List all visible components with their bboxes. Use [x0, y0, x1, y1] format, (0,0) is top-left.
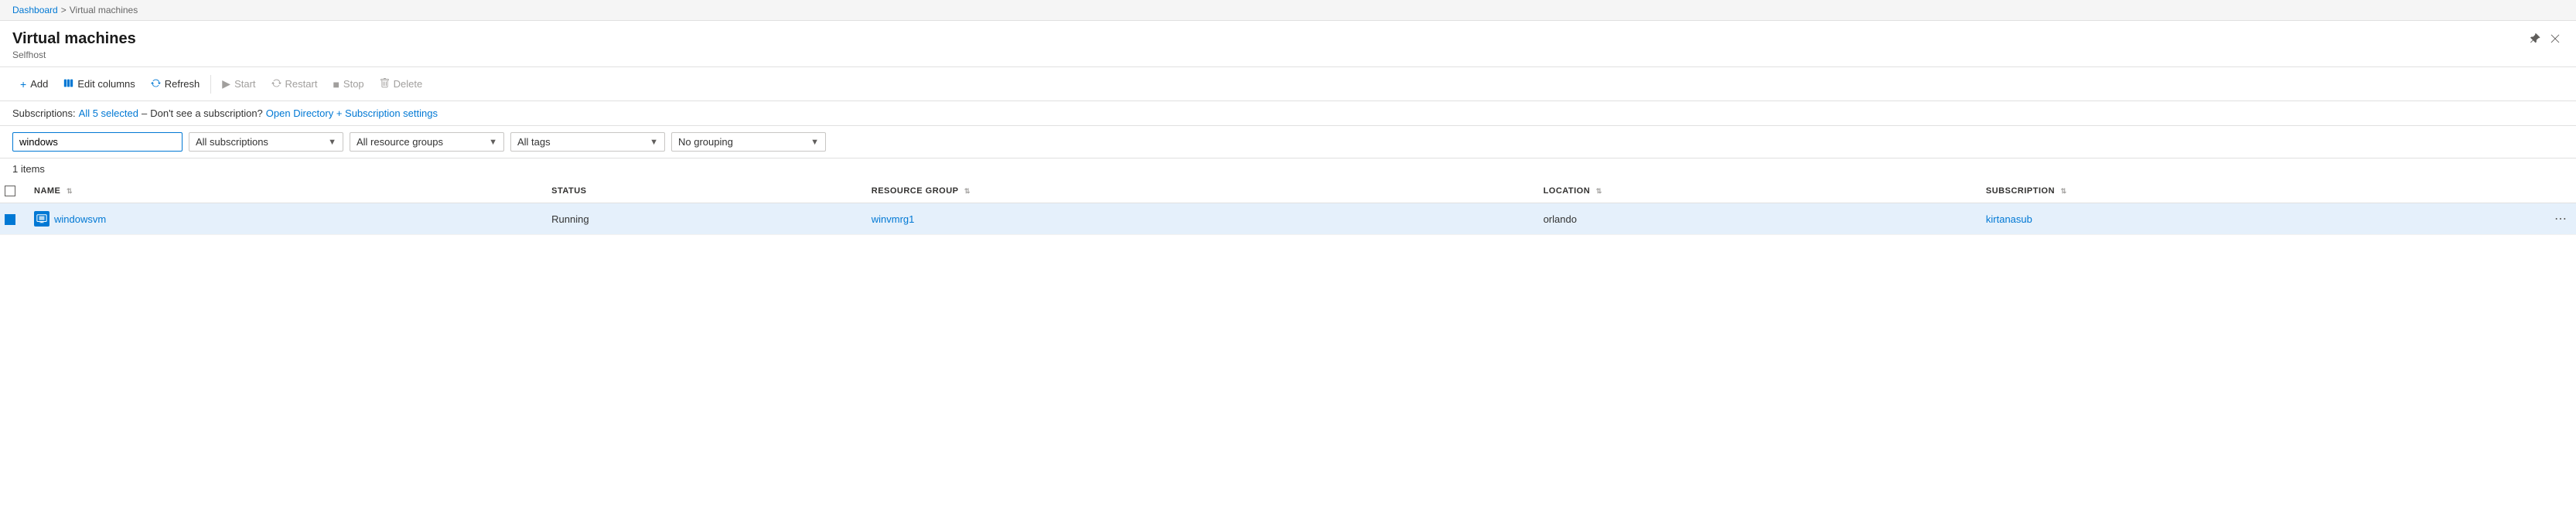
grouping-filter-label: No grouping: [678, 136, 733, 148]
breadcrumb-parent[interactable]: Dashboard: [12, 5, 58, 15]
header-checkbox-col[interactable]: [0, 179, 25, 203]
resource-groups-filter-label: All resource groups: [357, 136, 443, 148]
row-subscription-cell: kirtanasub: [1977, 203, 2545, 235]
refresh-icon: [151, 78, 161, 90]
edit-columns-label: Edit columns: [77, 78, 135, 90]
item-count: 1 items: [12, 163, 45, 175]
name-sort-icon: ⇅: [67, 187, 73, 196]
toolbar: + Add Edit columns Refresh ▶ Start: [0, 67, 2576, 101]
subscriptions-prompt: Don't see a subscription?: [150, 107, 263, 119]
grouping-filter-chevron: ▼: [810, 138, 819, 147]
header-location[interactable]: LOCATION ⇅: [1534, 179, 1977, 203]
restart-label: Restart: [285, 78, 318, 90]
breadcrumb-current: Virtual machines: [70, 5, 138, 15]
tags-filter-label: All tags: [517, 136, 551, 148]
row-status-cell: Running: [542, 203, 862, 235]
subscriptions-prefix: Subscriptions:: [12, 107, 76, 119]
add-icon: +: [20, 78, 26, 90]
header-subscription[interactable]: SUBSCRIPTION ⇅: [1977, 179, 2545, 203]
vm-table: NAME ⇅ STATUS RESOURCE GROUP ⇅ LOCATION …: [0, 179, 2576, 235]
tags-filter[interactable]: All tags ▼: [510, 132, 665, 152]
row-location: orlando: [1544, 213, 1577, 225]
page-header: Virtual machines Selfhost: [0, 21, 2576, 67]
close-button[interactable]: [2547, 30, 2564, 47]
refresh-label: Refresh: [165, 78, 200, 90]
count-bar: 1 items: [0, 158, 2576, 179]
resource-groups-filter-chevron: ▼: [489, 138, 497, 147]
add-button[interactable]: + Add: [12, 74, 56, 94]
stop-label: Stop: [343, 78, 364, 90]
open-directory-link[interactable]: Open Directory + Subscription settings: [266, 107, 438, 119]
delete-icon: [380, 78, 390, 90]
pin-button[interactable]: [2527, 30, 2544, 47]
row-location-cell: orlando: [1534, 203, 1977, 235]
stop-icon: ■: [333, 78, 339, 90]
header-actions-col: [2545, 179, 2576, 203]
delete-button[interactable]: Delete: [372, 74, 431, 94]
row-actions-cell: ⋯: [2545, 203, 2576, 235]
row-name-cell: windowsvm: [25, 203, 542, 235]
row-resource-group-cell: winvmrg1: [862, 203, 1534, 235]
header-status[interactable]: STATUS: [542, 179, 862, 203]
page-title: Virtual machines: [12, 30, 136, 48]
start-button[interactable]: ▶ Start: [214, 73, 263, 94]
vm-name-link[interactable]: windowsvm: [54, 213, 106, 225]
select-all-checkbox[interactable]: [5, 186, 15, 196]
search-input[interactable]: [12, 132, 183, 152]
tags-filter-chevron: ▼: [650, 138, 658, 147]
vm-icon: [34, 211, 49, 227]
resource-group-link[interactable]: winvmrg1: [872, 213, 915, 225]
subscription-sort-icon: ⇅: [2061, 187, 2067, 196]
header-resource-group[interactable]: RESOURCE GROUP ⇅: [862, 179, 1534, 203]
header-name[interactable]: NAME ⇅: [25, 179, 542, 203]
grouping-filter[interactable]: No grouping ▼: [671, 132, 826, 152]
table-row[interactable]: windowsvm Running winvmrg1 orlando kirta…: [0, 203, 2576, 235]
header-location-label: LOCATION: [1544, 186, 1591, 196]
subscriptions-bar: Subscriptions: All 5 selected – Don't se…: [0, 101, 2576, 126]
refresh-button[interactable]: Refresh: [143, 74, 208, 94]
restart-button[interactable]: Restart: [264, 74, 326, 94]
edit-columns-button[interactable]: Edit columns: [56, 74, 142, 94]
header-subscription-label: SUBSCRIPTION: [1986, 186, 2055, 196]
subscriptions-selected-link[interactable]: All 5 selected: [79, 107, 138, 119]
subscription-link[interactable]: kirtanasub: [1986, 213, 2032, 225]
subscriptions-filter-chevron: ▼: [328, 138, 336, 147]
header-status-label: STATUS: [551, 186, 586, 196]
add-label: Add: [30, 78, 48, 90]
name-cell-container: windowsvm: [34, 211, 533, 227]
subscriptions-filter[interactable]: All subscriptions ▼: [189, 132, 343, 152]
row-status: Running: [551, 213, 589, 225]
page-title-block: Virtual machines Selfhost: [12, 30, 136, 60]
delete-label: Delete: [394, 78, 423, 90]
row-ellipsis-button[interactable]: ⋯: [2550, 210, 2571, 228]
edit-columns-icon: [63, 78, 73, 90]
header-name-label: NAME: [34, 186, 60, 196]
row-checkbox-cell[interactable]: [0, 203, 25, 235]
start-icon: ▶: [222, 77, 230, 90]
row-checkbox[interactable]: [5, 214, 15, 225]
page-subtitle: Selfhost: [12, 49, 136, 60]
subscriptions-filter-label: All subscriptions: [196, 136, 268, 148]
breadcrumb-separator: >: [61, 5, 67, 15]
location-sort-icon: ⇅: [1596, 187, 1602, 196]
resource-group-sort-icon: ⇅: [964, 187, 971, 196]
header-actions: [2527, 30, 2564, 47]
stop-button[interactable]: ■ Stop: [325, 74, 371, 94]
filters-bar: All subscriptions ▼ All resource groups …: [0, 126, 2576, 158]
subscriptions-dash: –: [142, 107, 147, 119]
restart-icon: [271, 78, 281, 90]
start-label: Start: [234, 78, 255, 90]
header-resource-group-label: RESOURCE GROUP: [872, 186, 959, 196]
resource-groups-filter[interactable]: All resource groups ▼: [350, 132, 504, 152]
toolbar-separator: [210, 75, 211, 94]
breadcrumb: Dashboard > Virtual machines: [0, 0, 2576, 21]
